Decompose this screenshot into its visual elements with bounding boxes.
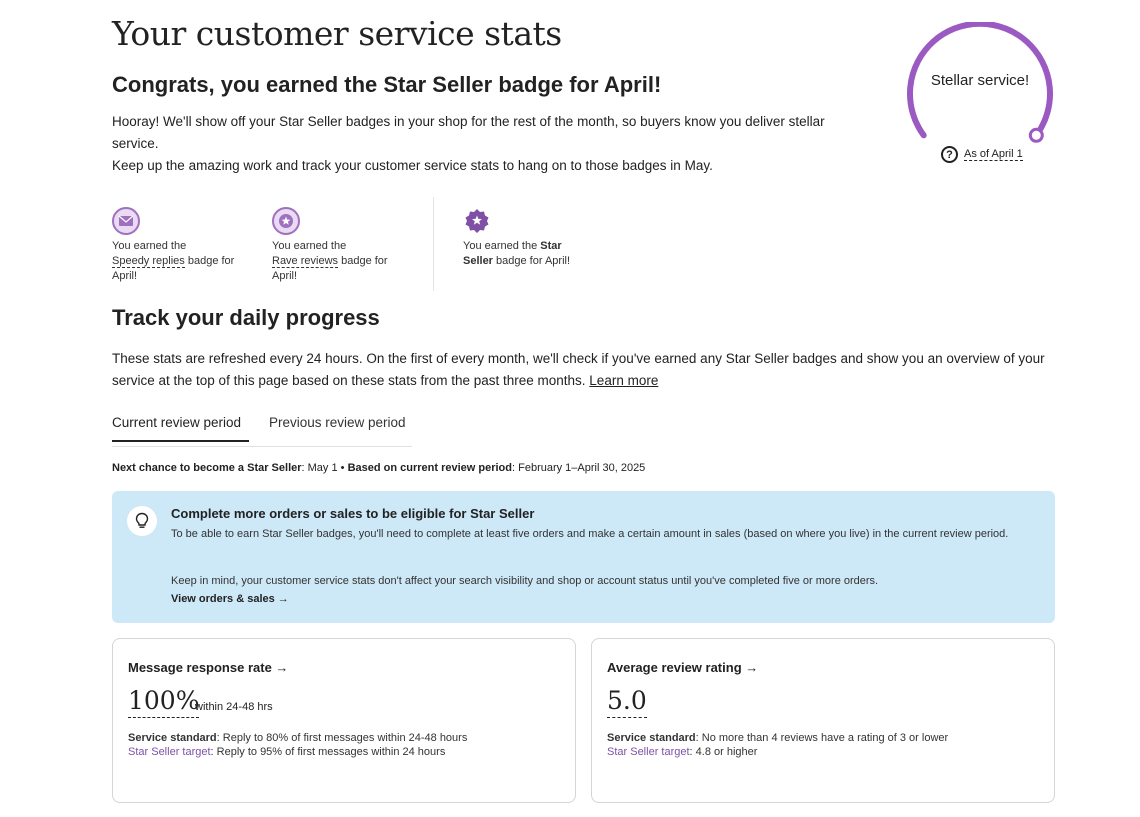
badge-prefix: You earned the	[272, 240, 347, 252]
learn-more-link[interactable]: Learn more	[589, 373, 658, 388]
track-progress-description: These stats are refreshed every 24 hours…	[112, 348, 1057, 392]
badge-divider	[433, 197, 434, 291]
gauge-label: Stellar service!	[930, 72, 1030, 89]
star-seller-icon	[463, 207, 491, 235]
banner-text-2: Keep in mind, your customer service stat…	[171, 575, 879, 587]
badge-prefix: You earned the	[112, 240, 187, 252]
badge-rave-reviews: You earned the Rave reviews badge for Ap…	[272, 207, 402, 284]
banner-text-1: To be able to earn Star Seller badges, y…	[171, 528, 1009, 540]
card-value: 100%	[128, 685, 200, 718]
as-of-indicator[interactable]: ? As of April 1	[941, 146, 1023, 163]
intro-line-1: Hooray! We'll show off your Star Seller …	[112, 114, 825, 151]
banner-title: Complete more orders or sales to be elig…	[171, 506, 535, 521]
service-standard: Service standard: Reply to 80% of first …	[128, 732, 468, 744]
badge-name-link[interactable]: Rave reviews	[272, 255, 339, 268]
eligibility-banner: Complete more orders or sales to be elig…	[112, 491, 1055, 623]
badge-prefix: You earned the	[463, 240, 538, 252]
tab-current-review-period[interactable]: Current review period	[112, 415, 249, 442]
intro-line-2: Keep up the amazing work and track your …	[112, 158, 713, 173]
star-seller-target: Star Seller target: Reply to 95% of firs…	[128, 746, 446, 758]
service-standard: Service standard: No more than 4 reviews…	[607, 732, 949, 744]
badge-name-link[interactable]: Speedy replies	[112, 255, 185, 268]
badge-suffix: badge for April!	[496, 255, 571, 267]
card-value: 5.0	[607, 685, 647, 718]
period-value: : February 1–April 30, 2025	[512, 462, 646, 474]
track-desc-text: These stats are refreshed every 24 hours…	[112, 351, 1045, 388]
card-title[interactable]: Message response rate →	[128, 660, 288, 675]
star-icon	[272, 207, 300, 235]
help-icon[interactable]: ?	[941, 146, 958, 163]
as-of-label[interactable]: As of April 1	[964, 148, 1023, 161]
star-seller-target: Star Seller target: 4.8 or higher	[607, 746, 758, 758]
badge-star-seller: You earned the Star Seller badge for Apr…	[463, 207, 583, 269]
next-chance-value: : May 1 •	[301, 462, 348, 474]
average-review-card[interactable]: Average review rating → 5.0 Service stan…	[591, 638, 1055, 803]
track-progress-heading: Track your daily progress	[112, 305, 380, 330]
message-response-card[interactable]: Message response rate → 100% within 24-4…	[112, 638, 576, 803]
envelope-icon	[112, 207, 140, 235]
next-chance-info: Next chance to become a Star Seller: May…	[112, 462, 645, 474]
intro-text: Hooray! We'll show off your Star Seller …	[112, 111, 852, 177]
period-label: Based on current review period	[347, 462, 512, 474]
congrats-heading: Congrats, you earned the Star Seller bad…	[112, 72, 662, 97]
view-orders-link[interactable]: View orders & sales →	[171, 593, 289, 605]
page-title: Your customer service stats	[112, 14, 562, 53]
next-chance-label: Next chance to become a Star Seller	[112, 462, 302, 474]
tab-previous-review-period[interactable]: Previous review period	[269, 415, 406, 440]
card-title[interactable]: Average review rating →	[607, 660, 758, 675]
review-period-tabs: Current review period Previous review pe…	[112, 415, 412, 447]
lightbulb-icon	[127, 506, 157, 536]
card-value-qualifier: within 24-48 hrs	[195, 701, 273, 713]
badge-speedy-replies: You earned the Speedy replies badge for …	[112, 207, 252, 284]
